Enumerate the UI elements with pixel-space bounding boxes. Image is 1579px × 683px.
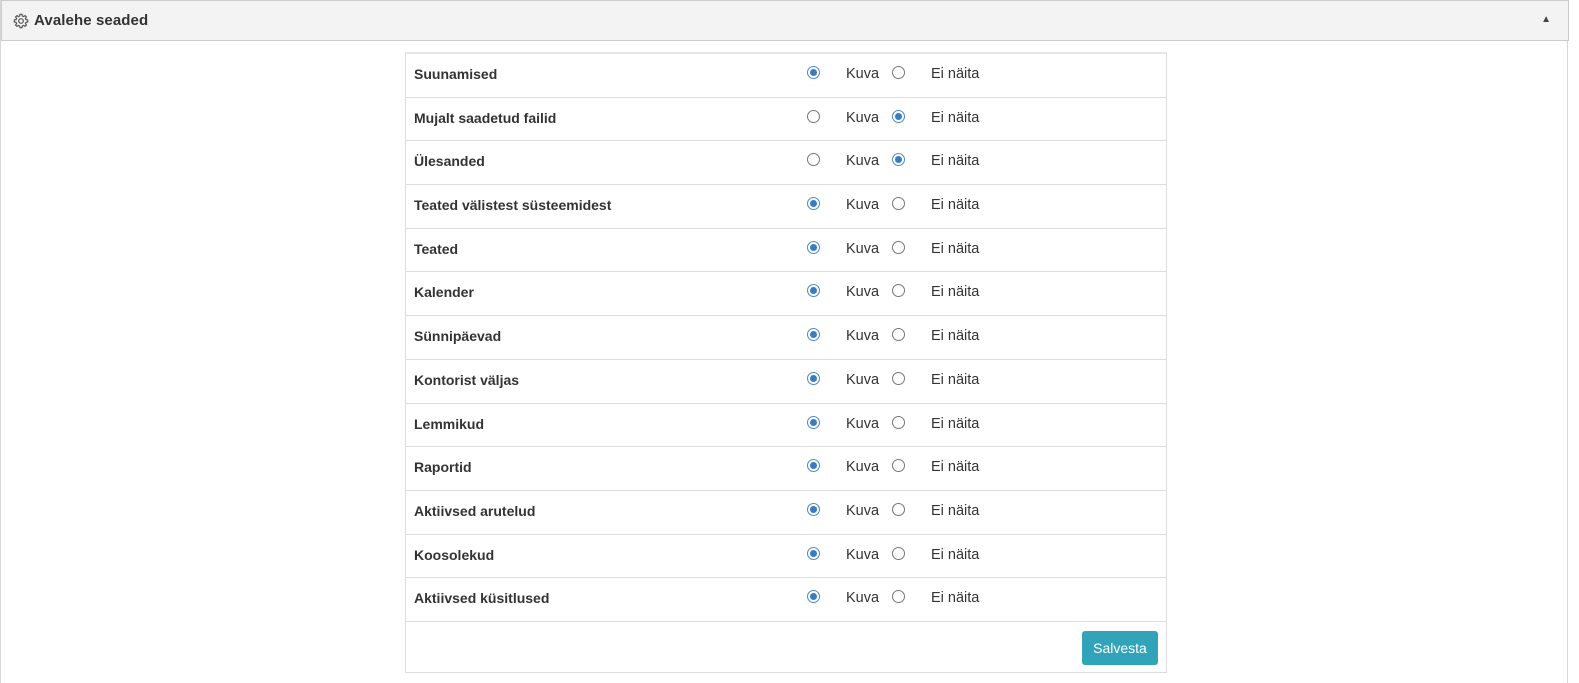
hide-radio[interactable] [892,371,905,385]
table-row: Raportid Kuva Ei näita [406,447,1166,491]
table-row: Teated välistest süsteemidest Kuva Ei näit… [406,185,1166,229]
hide-option-label[interactable]: Ei näita [931,98,979,138]
show-radio[interactable] [807,109,820,123]
hide-radio[interactable] [892,502,905,516]
table-row: Aktiivsed arutelud Kuva Ei näita [406,491,1166,535]
show-option-label[interactable]: Kuva [846,578,879,618]
hide-option-label[interactable]: Ei näita [931,185,979,225]
hide-radio[interactable] [892,240,905,254]
hide-radio[interactable] [892,415,905,429]
show-radio[interactable] [807,459,820,473]
hide-option-label[interactable]: Ei näita [931,535,979,575]
setting-label: Koosolekud [414,546,495,563]
show-option-label[interactable]: Kuva [846,98,879,138]
show-option-label[interactable]: Kuva [846,141,879,181]
hide-option-label[interactable]: Ei näita [931,54,979,94]
hide-option-label[interactable]: Ei näita [931,272,979,312]
setting-label: Teated välistest süsteemidest [414,197,612,214]
table-row: Lemmikud Kuva Ei näita [406,404,1166,448]
show-option-label[interactable]: Kuva [846,491,879,531]
show-radio[interactable] [807,153,820,167]
table-row: Kontorist väljas Kuva Ei näita [406,360,1166,404]
hide-radio[interactable] [892,546,905,560]
hide-option-label[interactable]: Ei näita [931,229,979,269]
setting-label: Raportid [414,459,472,476]
table-row: Kalender Kuva Ei näita [406,272,1166,317]
show-option-label[interactable]: Kuva [846,447,879,487]
show-option-label[interactable]: Kuva [846,404,879,444]
table-row: Mujalt saadetud failid Kuva Ei näita [406,98,1166,142]
setting-label: Aktiivsed küsitlused [414,590,550,607]
show-option-label[interactable]: Kuva [846,316,879,356]
show-option-label[interactable]: Kuva [846,54,879,94]
setting-label: Mujalt saadetud failid [414,109,557,126]
collapse-caret-icon[interactable]: ▲ [1541,14,1551,25]
show-radio[interactable] [807,284,820,298]
hide-radio[interactable] [892,284,905,298]
show-radio[interactable] [807,328,820,342]
settings-panel: Avalehe seaded ▲ Suunamised Kuva Ei näita M… [0,0,1569,683]
setting-label: Teated [414,240,459,257]
show-radio[interactable] [807,66,820,79]
hide-radio[interactable] [892,109,905,123]
hide-radio[interactable] [892,590,905,604]
hide-radio[interactable] [892,328,905,342]
hide-radio[interactable] [892,66,905,79]
setting-label: Suunamised [414,66,498,82]
settings-rows: Suunamised Kuva Ei näita Mujalt saadetud fa… [406,54,1166,622]
hide-option-label[interactable]: Ei näita [931,141,979,181]
table-row: Koosolekud Kuva Ei näita [406,535,1166,579]
hide-option-label[interactable]: Ei näita [931,316,979,356]
table-row: Sünnipäevad Kuva Ei näita [406,316,1166,360]
setting-label: Lemmikud [414,415,485,432]
hide-option-label[interactable]: Ei näita [931,447,979,487]
hide-option-label[interactable]: Ei näita [931,578,979,618]
setting-label: Kalender [414,284,474,301]
show-radio[interactable] [807,371,820,385]
show-option-label[interactable]: Kuva [846,360,879,400]
hide-option-label[interactable]: Ei näita [931,360,979,400]
panel-title: Avalehe seaded [34,12,149,29]
save-button[interactable]: Salvesta [1082,631,1158,665]
setting-label: Aktiivsed arutelud [414,502,536,519]
show-option-label[interactable]: Kuva [846,229,879,269]
hide-radio[interactable] [892,153,905,167]
show-radio[interactable] [807,197,820,211]
show-radio[interactable] [807,590,820,604]
settings-table: Suunamised Kuva Ei näita Mujalt saadetud fa… [405,52,1167,673]
hide-option-label[interactable]: Ei näita [931,491,979,531]
gear-icon [13,13,29,29]
table-row: Ülesanded Kuva Ei näita [406,141,1166,186]
setting-label: Kontorist väljas [414,371,520,388]
hide-option-label[interactable]: Ei näita [931,404,979,444]
show-option-label[interactable]: Kuva [846,535,879,575]
setting-label: Sünnipäevad [414,328,502,345]
show-radio[interactable] [807,546,820,560]
table-row: Aktiivsed küsitlused Kuva Ei näita [406,578,1166,622]
show-option-label[interactable]: Kuva [846,185,879,225]
table-row: Teated Kuva Ei näita [406,229,1166,273]
panel-header[interactable]: Avalehe seaded ▲ [1,0,1569,41]
show-option-label[interactable]: Kuva [846,272,879,312]
hide-radio[interactable] [892,459,905,473]
hide-radio[interactable] [892,197,905,211]
form-footer: Salvesta [406,622,1166,672]
show-radio[interactable] [807,415,820,429]
setting-label: Ülesanded [414,153,485,170]
show-radio[interactable] [807,502,820,516]
table-row: Suunamised Kuva Ei näita [406,54,1166,98]
show-radio[interactable] [807,240,820,254]
